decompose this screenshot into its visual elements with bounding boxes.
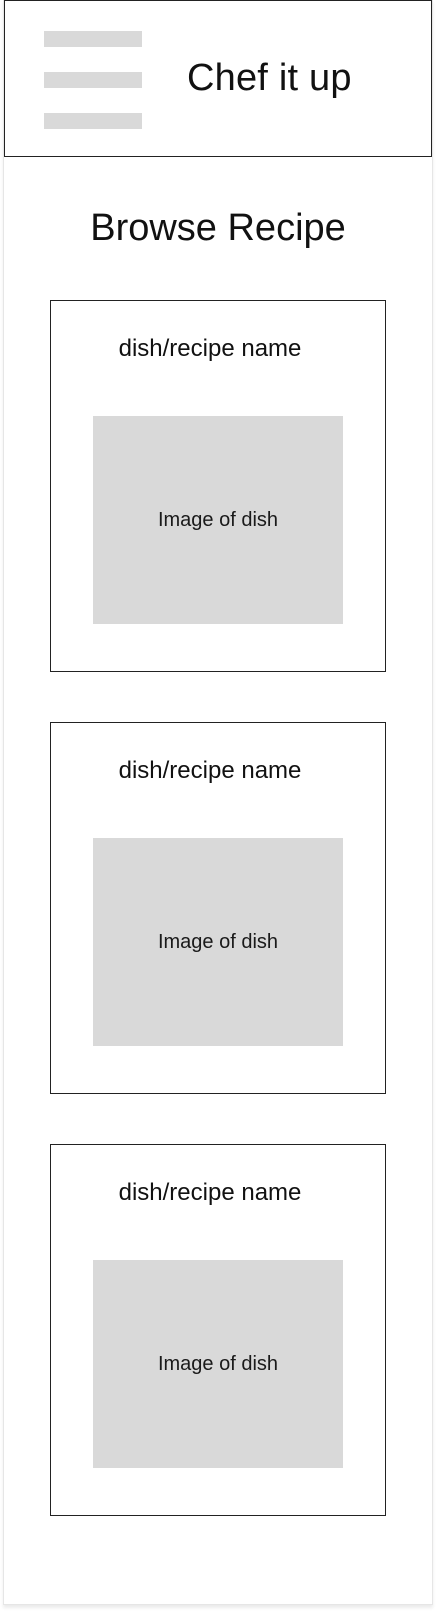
menu-icon-bar-middle: [44, 72, 142, 88]
recipe-name: dish/recipe name: [118, 757, 302, 784]
top-bar: Chef it up: [4, 0, 432, 157]
menu-icon-bar-bottom: [44, 113, 142, 129]
menu-icon-bar-top: [44, 31, 142, 47]
app-title: Chef it up: [187, 57, 352, 99]
recipe-name: dish/recipe name: [118, 335, 302, 362]
recipe-card[interactable]: dish/recipe name Image of dish: [50, 300, 386, 672]
recipe-card[interactable]: dish/recipe name Image of dish: [50, 1144, 386, 1516]
dish-image-placeholder: Image of dish: [93, 1260, 343, 1468]
page-title: Browse Recipe: [90, 207, 346, 249]
dish-image-label: Image of dish: [157, 509, 279, 531]
recipe-name: dish/recipe name: [118, 1179, 302, 1206]
hamburger-menu-icon[interactable]: [44, 31, 142, 129]
dish-image-placeholder: Image of dish: [93, 416, 343, 624]
recipe-card[interactable]: dish/recipe name Image of dish: [50, 722, 386, 1094]
dish-image-label: Image of dish: [157, 931, 279, 953]
dish-image-label: Image of dish: [157, 1353, 279, 1375]
dish-image-placeholder: Image of dish: [93, 838, 343, 1046]
